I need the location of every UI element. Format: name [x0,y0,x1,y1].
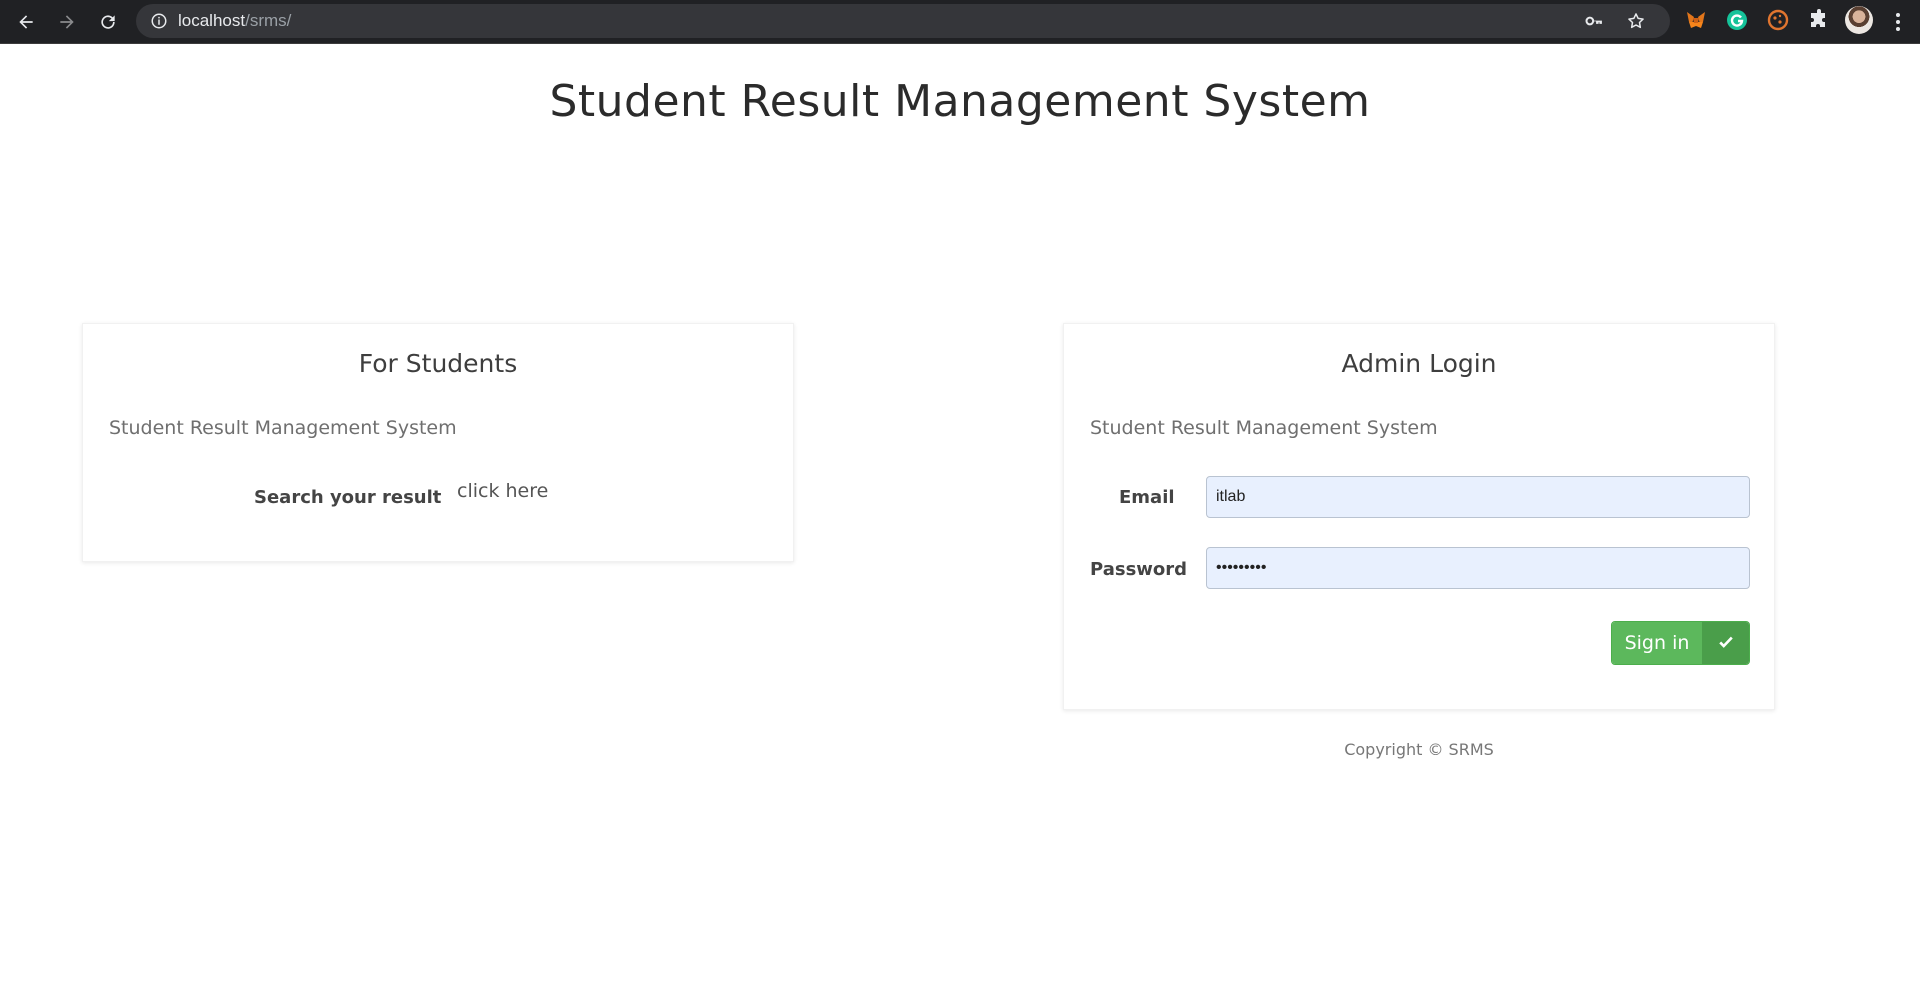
puzzle-extensions-icon[interactable] [1807,8,1831,32]
back-button[interactable] [10,6,42,38]
star-icon[interactable] [1626,11,1646,31]
url-text[interactable]: localhost/srms/ [178,11,291,31]
search-result-label: Search your result [254,487,442,508]
more-menu-icon[interactable] [1886,8,1910,36]
search-result-link[interactable]: click here [457,480,548,502]
profile-avatar[interactable] [1845,6,1873,34]
password-label: Password [1090,559,1188,580]
admin-card-title: Admin Login [1341,349,1497,378]
cookie-extension-icon[interactable] [1766,8,1790,32]
email-field[interactable] [1206,476,1750,518]
address-bar[interactable]: localhost/srms/ [136,4,1670,38]
grammarly-extension-icon[interactable] [1725,8,1749,32]
page-title: Student Result Management System [549,76,1371,127]
signin-button[interactable]: Sign in [1611,621,1750,665]
students-card: For Students Student Result Management S… [82,323,794,562]
admin-card-subtitle: Student Result Management System [1090,417,1438,439]
forward-button[interactable] [51,6,83,38]
url-host: localhost [178,11,246,30]
copyright-text: Copyright © SRMS [1344,740,1494,759]
password-field[interactable] [1206,547,1750,589]
arrow-right-icon [60,15,74,29]
reload-icon [101,15,115,29]
students-card-title: For Students [358,349,518,378]
students-card-subtitle: Student Result Management System [109,417,457,439]
arrow-left-icon [19,15,33,29]
info-icon[interactable] [150,12,168,30]
email-label: Email [1119,487,1175,508]
admin-login-card: Admin Login Student Result Management Sy… [1063,323,1775,710]
metamask-extension-icon[interactable] [1684,8,1708,32]
browser-toolbar: localhost/srms/ [0,0,1920,44]
key-icon[interactable] [1584,11,1604,31]
reload-button[interactable] [92,6,124,38]
signin-label: Sign in [1612,622,1702,664]
url-path: /srms/ [245,11,292,30]
checkmark-icon [1702,622,1749,664]
